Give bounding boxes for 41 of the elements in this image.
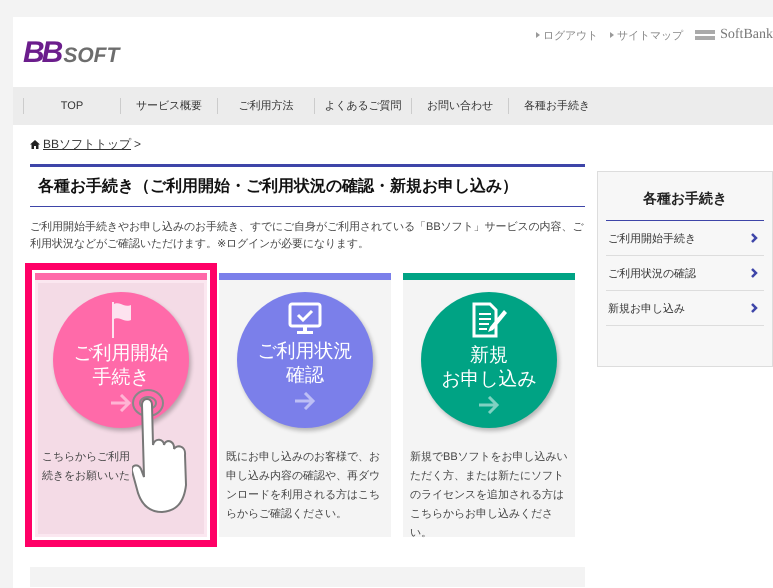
arrow-icon — [294, 392, 316, 410]
brand-bars-icon — [695, 30, 716, 40]
card-description: 続きをお願いいた — [42, 469, 131, 484]
header-link[interactable]: サイトマップ — [610, 28, 684, 42]
flag-icon — [110, 302, 132, 338]
home-icon — [30, 140, 40, 148]
nav-link[interactable]: よくあるご質問 — [314, 98, 411, 114]
procedure-card[interactable]: ご利用状況 確認 既にお申し込みのお客様で、お申し込み内容の確認や、再ダウンロードを利用される方はこちらからご確認ください。 — [219, 273, 391, 537]
page-title: 各種お手続き（ご利用開始・ご利用状況の確認・新規お申し込み） — [30, 164, 585, 207]
brand-name: SoftBank — [720, 27, 773, 43]
logo-mark: BB — [23, 37, 60, 69]
sidebar-link[interactable]: 新規お申し込み — [606, 291, 764, 326]
arrow-icon — [478, 396, 500, 414]
circle-label: お申し込み — [442, 368, 536, 392]
sidebar-link[interactable]: ご利用状況の確認 — [606, 256, 764, 291]
breadcrumb-separator: > — [134, 137, 142, 151]
circle-label: 確認 — [285, 364, 325, 388]
circle-label: 手続き — [92, 366, 150, 390]
procedure-card[interactable]: 新規 お申し込み 新規でBBソフトをお申し込みいただく方、または新たにソフトのライセンスを追加される方はこちらからお申し込みください。 — [403, 273, 575, 537]
sidebar-title: 各種お手続き — [606, 172, 764, 221]
chevron-icon — [751, 233, 758, 243]
sidebar-link[interactable]: ご利用開始手続き — [606, 221, 764, 256]
circle-label: ご利用開始 — [74, 342, 168, 366]
header-link[interactable]: ログアウト — [536, 28, 598, 42]
card-description: こちらからご利用 — [42, 450, 131, 465]
intro-text: ご利用開始手続きやお申し込みのお手続き、すでにご自身がご利用されている「BBソフト」サービスの内容、ご利用状況などがご確認いただけます。※ログインが必要になります。 — [30, 220, 585, 252]
chevron-icon — [751, 303, 758, 313]
logo-text: SOFT — [63, 44, 120, 68]
circle-label: ご利用状況 — [258, 340, 352, 364]
breadcrumb-link[interactable]: BBソフトトップ — [43, 136, 132, 152]
arrow-icon — [110, 394, 132, 412]
nav-link[interactable]: ご利用方法 — [217, 98, 314, 114]
nav-link[interactable]: お問い合わせ — [411, 98, 508, 114]
document-pen-icon — [470, 302, 508, 340]
chevron-icon — [751, 268, 758, 278]
nav-link[interactable]: サービス概要 — [120, 98, 217, 114]
monitor-check-icon — [288, 302, 322, 336]
nav-link[interactable]: TOP — [23, 98, 120, 114]
nav-link[interactable]: 各種お手続き — [508, 98, 605, 114]
card-description: 既にお申し込みのお客様で、お申し込み内容の確認や、再ダウンロードを利用される方はこちらからご確認ください。 — [226, 450, 381, 522]
circle-label: 新規 — [469, 344, 509, 368]
